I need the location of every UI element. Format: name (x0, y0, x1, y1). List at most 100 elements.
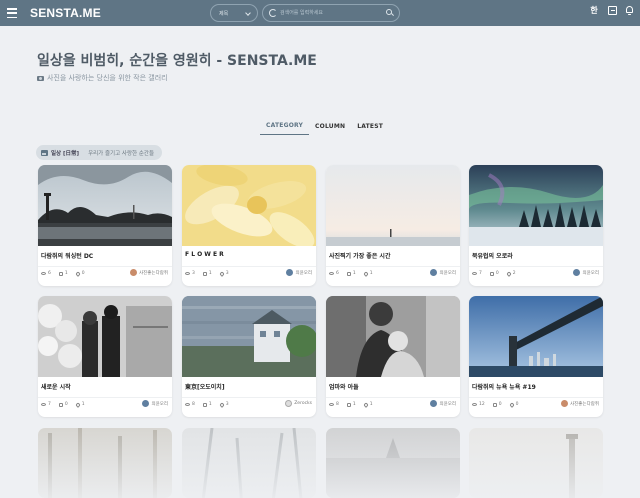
card-author[interactable]: 의윤오리 (573, 269, 599, 276)
photo-card[interactable] (326, 428, 460, 498)
heart-icon[interactable] (505, 270, 512, 277)
top-right-actions: 한 (588, 5, 634, 16)
photo-card[interactable] (38, 428, 172, 498)
card-thumbnail (182, 428, 316, 498)
tab-latest[interactable]: LATEST (351, 117, 389, 135)
avatar (285, 400, 293, 407)
author-name: Zerocks (294, 401, 312, 406)
card-author[interactable]: 의윤오리 (430, 400, 456, 407)
photo-card[interactable]: 북유럽의 오로라 7 0 2 의윤오리 (469, 165, 603, 286)
chevron-down-icon (245, 10, 251, 16)
comment-count: 1 (352, 271, 356, 276)
heart-icon[interactable] (362, 401, 369, 408)
card-author[interactable]: 의윤오리 (142, 400, 168, 407)
card-thumbnail (469, 296, 603, 377)
logout-icon[interactable] (608, 6, 617, 15)
comment-icon (58, 271, 63, 276)
photo-card[interactable]: 다람쥐의 뉴욕 뉴욕 #19 12 0 0 사진좋는다람쥐 (469, 296, 603, 417)
category-description: 우리가 즐기고 사랑한 순간들 (88, 150, 155, 157)
view-count: 6 (48, 271, 51, 276)
like-count: 2 (512, 271, 516, 276)
comment-count: 0 (495, 271, 499, 276)
card-meta: 6 1 1 (329, 270, 377, 277)
heart-icon[interactable] (74, 270, 81, 277)
camera-icon (37, 75, 44, 81)
author-name: 사진좋는다람쥐 (570, 401, 599, 407)
subtitle-text: 사진을 사랑하는 당신을 위한 작은 갤러리 (47, 74, 168, 82)
site-logo[interactable]: SENSTA.ME (30, 6, 101, 20)
card-divider (469, 397, 603, 398)
photo-card[interactable] (469, 428, 603, 498)
top-bar: SENSTA.ME 제목 한 (0, 0, 640, 26)
card-author[interactable]: 의윤오리 (430, 269, 456, 276)
tab-category[interactable]: CATEGORY (260, 117, 310, 135)
photo-card[interactable]: 다람쥐의 워싱턴 DC 6 1 0 사진좋는다람쥐 (38, 165, 172, 286)
search-area: 제목 (210, 4, 400, 22)
card-meta: 3 1 3 (185, 270, 233, 277)
search-type-select[interactable]: 제목 (210, 4, 258, 22)
view-count: 7 (479, 271, 482, 276)
comment-icon (492, 402, 497, 407)
card-thumbnail (38, 296, 172, 377)
avatar (430, 269, 438, 276)
category-chip[interactable]: 일상 [日常] 우리가 즐기고 사랑한 순간들 (36, 145, 163, 160)
card-title: 사진찍기 가장 좋은 시간 (329, 253, 391, 260)
bell-icon[interactable] (625, 5, 634, 16)
heart-icon[interactable] (218, 401, 225, 408)
search-box (262, 4, 400, 22)
refresh-icon[interactable] (269, 9, 277, 17)
avatar (142, 400, 150, 407)
card-author[interactable]: 사진좋는다람쥐 (561, 400, 599, 407)
view-count: 3 (192, 271, 195, 276)
card-author[interactable]: Zerocks (285, 400, 312, 407)
heart-icon[interactable] (362, 270, 369, 277)
card-title: 북유럽의 오로라 (472, 253, 513, 260)
heart-icon[interactable] (218, 270, 225, 277)
view-count: 12 (479, 402, 485, 407)
comment-icon (489, 271, 494, 276)
comment-count: 0 (498, 402, 502, 407)
view-tabs: CATEGORY COLUMN LATEST (260, 117, 389, 135)
avatar (561, 400, 569, 407)
card-meta: 7 0 2 (472, 270, 520, 277)
avatar (130, 269, 138, 276)
photo-card[interactable] (182, 428, 316, 498)
like-count: 0 (81, 271, 85, 276)
card-title: 엄마와 아들 (329, 384, 359, 391)
card-thumbnail (38, 165, 172, 246)
eye-icon (185, 272, 190, 275)
photo-card[interactable]: 東京[오도이치] 8 1 3 Zerocks (182, 296, 316, 417)
comment-count: 1 (208, 271, 212, 276)
view-count: 8 (336, 402, 339, 407)
card-meta: 8 1 3 (185, 401, 233, 408)
search-input[interactable] (280, 7, 380, 19)
author-name: 의윤오리 (439, 401, 456, 407)
author-name: 사진좋는다람쥐 (139, 270, 168, 276)
card-divider (182, 397, 316, 398)
heart-icon[interactable] (508, 401, 515, 408)
comment-count: 1 (64, 271, 68, 276)
like-count: 3 (225, 402, 229, 407)
language-toggle[interactable]: 한 (588, 5, 600, 16)
photo-card[interactable]: 새로운 시작 7 0 1 의윤오리 (38, 296, 172, 417)
card-author[interactable]: 의윤오리 (286, 269, 312, 276)
search-icon[interactable] (386, 9, 392, 15)
card-thumbnail (469, 165, 603, 246)
view-count: 6 (336, 271, 339, 276)
heart-icon[interactable] (74, 401, 81, 408)
tab-column[interactable]: COLUMN (309, 117, 351, 135)
card-meta: 7 0 1 (41, 401, 89, 408)
eye-icon (41, 403, 46, 406)
card-thumbnail (182, 165, 316, 246)
eye-icon (329, 403, 334, 406)
photo-card[interactable]: F L O W E R 3 1 3 의윤오리 (182, 165, 316, 286)
menu-icon[interactable] (7, 7, 17, 19)
view-count: 8 (192, 402, 195, 407)
photo-card[interactable]: 사진찍기 가장 좋은 시간 6 1 1 의윤오리 (326, 165, 460, 286)
card-author[interactable]: 사진좋는다람쥐 (130, 269, 168, 276)
like-count: 1 (369, 402, 373, 407)
card-divider (326, 397, 460, 398)
photo-card[interactable]: 엄마와 아들 8 1 1 의윤오리 (326, 296, 460, 417)
card-meta: 6 1 0 (41, 270, 89, 277)
card-thumbnail (326, 296, 460, 377)
